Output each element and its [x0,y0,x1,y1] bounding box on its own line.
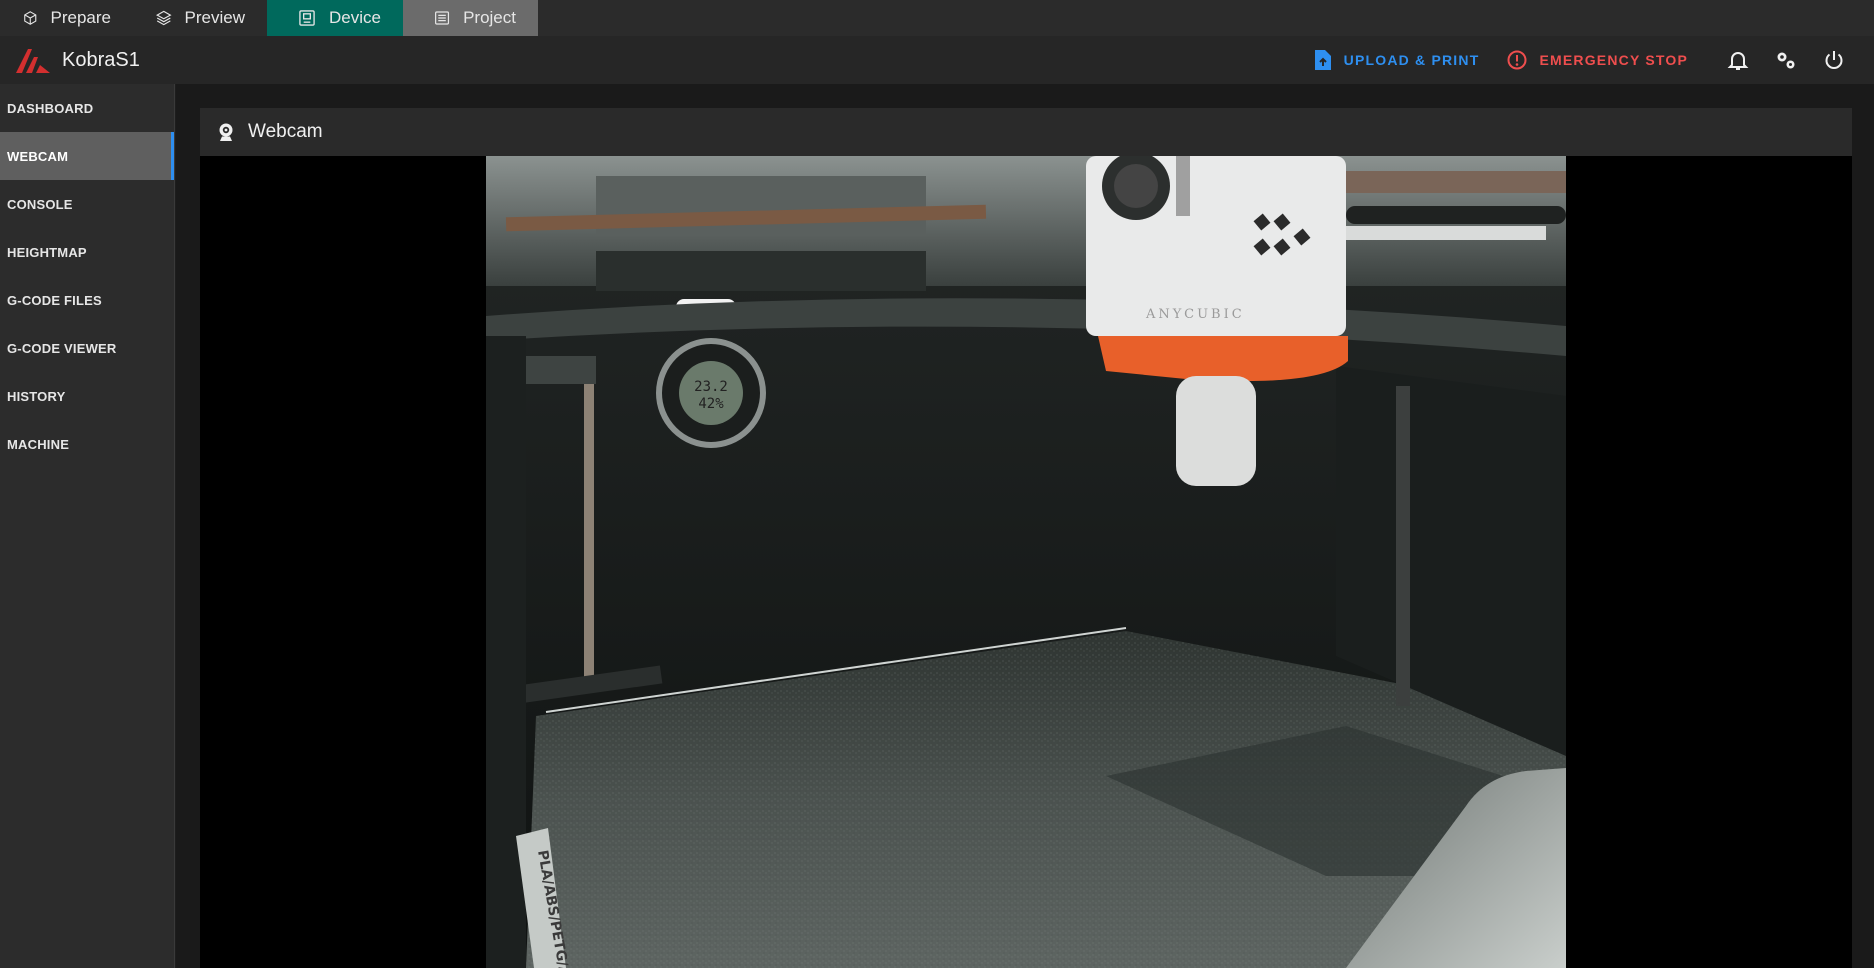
anycubic-logo-icon [16,49,50,73]
settings-button[interactable] [1762,36,1810,84]
app-tab-bar: Prepare Preview Device Project [0,0,1874,36]
upload-print-button[interactable]: UPLOAD & PRINT [1300,36,1494,84]
tab-device[interactable]: Device [267,0,403,36]
main-content: Webcam 23.2 42% ANYCUBIC PLA/ABS/PETG/AS… [176,84,1874,968]
webcam-title: Webcam [248,121,323,142]
sidebar-nav: DASHBOARD WEBCAM CONSOLE HEIGHTMAP G-COD… [0,84,175,968]
webcam-area: 23.2 42% ANYCUBIC PLA/ABS/PETG/ASA [200,156,1852,968]
printer-name: KobraS1 [62,48,140,71]
toolhead-brand: ANYCUBIC [1145,307,1245,322]
tab-project-label: Project [463,8,516,27]
bell-icon [1727,52,1749,70]
upload-print-label: UPLOAD & PRINT [1343,52,1480,68]
sidebar-item-gcode-files[interactable]: G-CODE FILES [0,276,174,324]
sidebar-item-machine[interactable]: MACHINE [0,420,174,468]
hygrometer-humidity: 42% [698,396,724,412]
tab-prepare[interactable]: Prepare [0,0,133,36]
tab-preview[interactable]: Preview [133,0,267,36]
sidebar-item-console[interactable]: CONSOLE [0,180,174,228]
top-header: KobraS1 UPLOAD & PRINT EMERGENCY STOP [0,36,1874,84]
sidebar-item-history[interactable]: HISTORY [0,372,174,420]
layers-icon [155,10,172,26]
brand: KobraS1 [0,45,140,75]
sidebar-item-heightmap[interactable]: HEIGHTMAP [0,228,174,276]
tab-preview-label: Preview [184,8,245,27]
emergency-stop-label: EMERGENCY STOP [1539,52,1688,68]
list-icon [435,11,450,25]
webcam-card-header: Webcam [200,108,1852,156]
device-icon [299,10,315,26]
webcam-image: 23.2 42% ANYCUBIC PLA/ABS/PETG/ASA [486,156,1566,968]
tab-prepare-label: Prepare [50,8,111,27]
file-upload-icon [1314,50,1331,70]
tab-device-label: Device [329,8,381,27]
sidebar-item-dashboard[interactable]: DASHBOARD [0,84,174,132]
sidebar-item-gcode-viewer[interactable]: G-CODE VIEWER [0,324,174,372]
power-icon [1825,51,1843,69]
notifications-button[interactable] [1714,36,1762,84]
webcam-stream[interactable]: 23.2 42% ANYCUBIC PLA/ABS/PETG/ASA [486,156,1566,968]
gear-icon [1777,52,1795,69]
hygrometer-temp: 23.2 [694,379,728,395]
alert-circle-icon [1507,50,1527,70]
cube-icon [24,11,37,25]
webcam-card: Webcam 23.2 42% ANYCUBIC PLA/ABS/PETG/AS… [200,108,1852,968]
header-actions: UPLOAD & PRINT EMERGENCY STOP [1300,36,1874,84]
tab-project[interactable]: Project [403,0,538,36]
sidebar-item-webcam[interactable]: WEBCAM [0,132,174,180]
power-button[interactable] [1810,36,1858,84]
webcam-icon [219,123,233,141]
emergency-stop-button[interactable]: EMERGENCY STOP [1493,36,1702,84]
